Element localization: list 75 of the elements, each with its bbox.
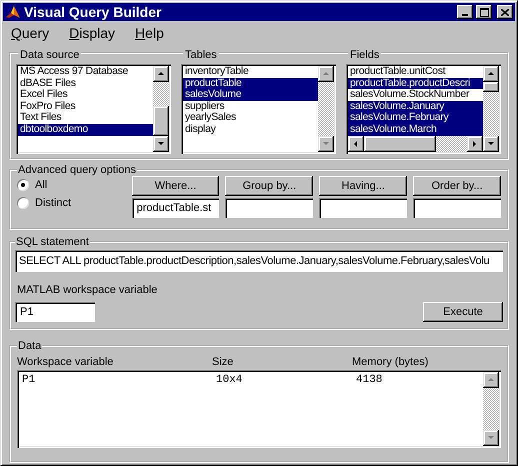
up-arrow-icon [487,70,495,78]
input-field[interactable]: productTable.st [132,198,220,218]
list-item[interactable]: yearlySales [183,112,318,124]
table-cell: 4138 [356,374,382,386]
up-arrow-icon [322,70,330,78]
close-icon [501,8,509,16]
list-item[interactable]: Excel Files [18,89,153,101]
input-field[interactable] [225,198,314,218]
clause-button[interactable]: Order by... [413,176,502,196]
scroll-arrow-button[interactable] [467,136,483,152]
input-field[interactable] [413,198,502,218]
window-title: Visual Query Builder [24,4,162,20]
scrollbar[interactable] [153,66,169,152]
list-item[interactable]: FoxPro Files [18,100,153,112]
list-item[interactable]: dBASE Files [18,78,153,90]
logo-icon [5,4,21,20]
list-item[interactable]: MS Access 97 Database [18,66,153,78]
list-item[interactable]: display [183,124,318,136]
list-item[interactable]: salesVolume.February [348,112,483,124]
list-item[interactable]: productTable.unitCost [348,66,483,78]
scroll-arrow-button[interactable] [483,66,499,82]
input-field[interactable] [319,198,408,218]
group-title: SQL statement [15,236,90,248]
down-arrow-icon [487,140,495,148]
clause-button[interactable]: Group by... [225,176,314,196]
scroll-arrow-button[interactable] [153,136,169,152]
right-arrow-icon [471,140,479,148]
column-header: Memory (bytes) [352,356,428,368]
menu-item[interactable]: Help [133,25,166,41]
list-item[interactable]: salesVolume.StockNumber [348,89,483,101]
maximize-icon [480,8,488,16]
column-header: Workspace variable [17,356,114,368]
down-arrow-icon [157,140,165,148]
scroll-arrow-button[interactable] [153,66,169,82]
clause-button[interactable]: Where... [132,176,220,196]
list-item[interactable]: inventoryTable [183,66,318,78]
list-item[interactable]: Text Files [18,112,153,124]
table-cell-text: 10x4 [216,374,244,386]
minimize-button[interactable] [457,5,473,19]
list-item[interactable]: dbtoolboxdemo [18,124,153,136]
column-header: Size [212,356,234,368]
scroll-arrow-button[interactable] [483,136,499,152]
menu-item[interactable]: Query [9,25,52,41]
list-item[interactable]: salesVolume.January [348,100,483,112]
group-title: Advanced query options [17,164,138,176]
list-box[interactable]: MS Access 97 Database dBASE Files Excel Files FoxPro Files Text Files dbtoolboxdemo [16,64,171,154]
up-arrow-icon [487,376,495,384]
execute-button[interactable]: Execute [423,302,503,322]
list-item[interactable]: salesVolume [183,89,318,101]
scroll-thumb[interactable] [364,136,436,152]
radio-option[interactable]: All [17,179,126,191]
field-label: MATLAB workspace variable [17,284,158,296]
clause-button[interactable]: Having... [319,176,408,196]
list-item[interactable]: salesVolume.March [348,124,483,136]
maximize-button[interactable] [476,5,492,19]
variable-field[interactable]: P1 [15,302,95,322]
scrollbar[interactable] [483,66,499,152]
list-box[interactable]: productTable.unitCost productTable.productDescri salesVolume.StockNumber salesVolume.January salesVolume.February salesVolume.March [346,64,501,154]
list-item[interactable]: productTable.productDescri [348,78,483,90]
list-item[interactable]: productTable [183,78,318,90]
list-item[interactable]: suppliers [183,100,318,112]
down-arrow-icon [487,434,495,442]
close-button[interactable] [497,5,513,19]
group-title: Data [17,340,42,352]
radio-option[interactable]: Distinct [17,197,126,209]
left-arrow-icon [352,140,360,148]
scroll-thumb[interactable] [483,82,499,92]
up-arrow-icon [157,70,165,78]
scroll-arrow-button[interactable] [348,136,364,152]
list-box[interactable]: inventoryTable productTable salesVolume suppliers yearlySales display [181,64,336,154]
table-cell-text: P1 [22,374,36,386]
menu-item[interactable]: Display [67,25,118,41]
down-arrow-icon [322,140,330,148]
sql-field[interactable]: SELECT ALL productTable.productDescription,salesVolume.January,salesVolume.February,salesVolu [15,250,503,272]
scroll-thumb[interactable] [153,106,169,136]
